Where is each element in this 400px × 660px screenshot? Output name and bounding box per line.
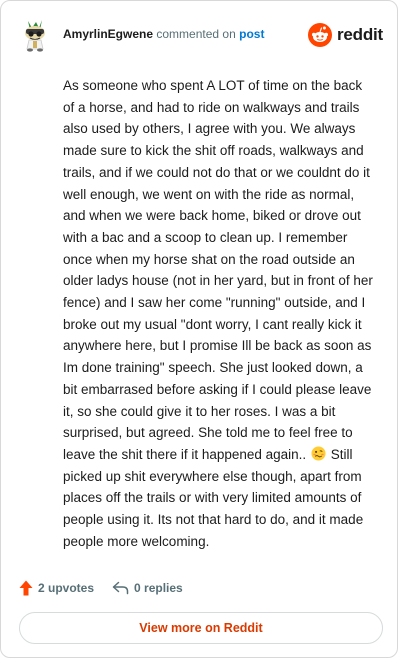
comment-header: AmyrlinEgwene commented on post reddit [20,17,383,53]
comment-text-part-2: Still picked up shit everywhere else tho… [63,446,364,549]
upvote-count: 2 upvotes [38,581,95,595]
view-more-on-reddit-button[interactable]: View more on Reddit [19,612,383,644]
comment-actions: 2 upvotes 0 replies [19,578,183,598]
comment-text-part-1: As someone who spent A LOT of time on th… [63,78,373,462]
post-link[interactable]: post [239,27,264,41]
commented-on-text: commented on [156,27,236,41]
upvote-arrow-icon [19,580,33,596]
snoo-avatar-icon[interactable] [20,17,50,53]
reddit-logo[interactable]: reddit [307,21,383,49]
comment-byline: AmyrlinEgwene commented on post [63,27,264,41]
woozy-face-emoji-icon [311,446,326,461]
reply-count: 0 replies [134,581,183,595]
reply-button[interactable]: 0 replies [112,581,183,595]
reddit-wordmark: reddit [336,25,383,44]
reddit-snoo-icon [307,23,332,47]
upvote-button[interactable]: 2 upvotes [19,580,94,596]
comment-body: As someone who spent A LOT of time on th… [63,75,375,552]
username-link[interactable]: AmyrlinEgwene [63,27,153,41]
reddit-comment-card: AmyrlinEgwene commented on post reddit A… [0,0,398,658]
reply-arrow-icon [112,581,129,595]
